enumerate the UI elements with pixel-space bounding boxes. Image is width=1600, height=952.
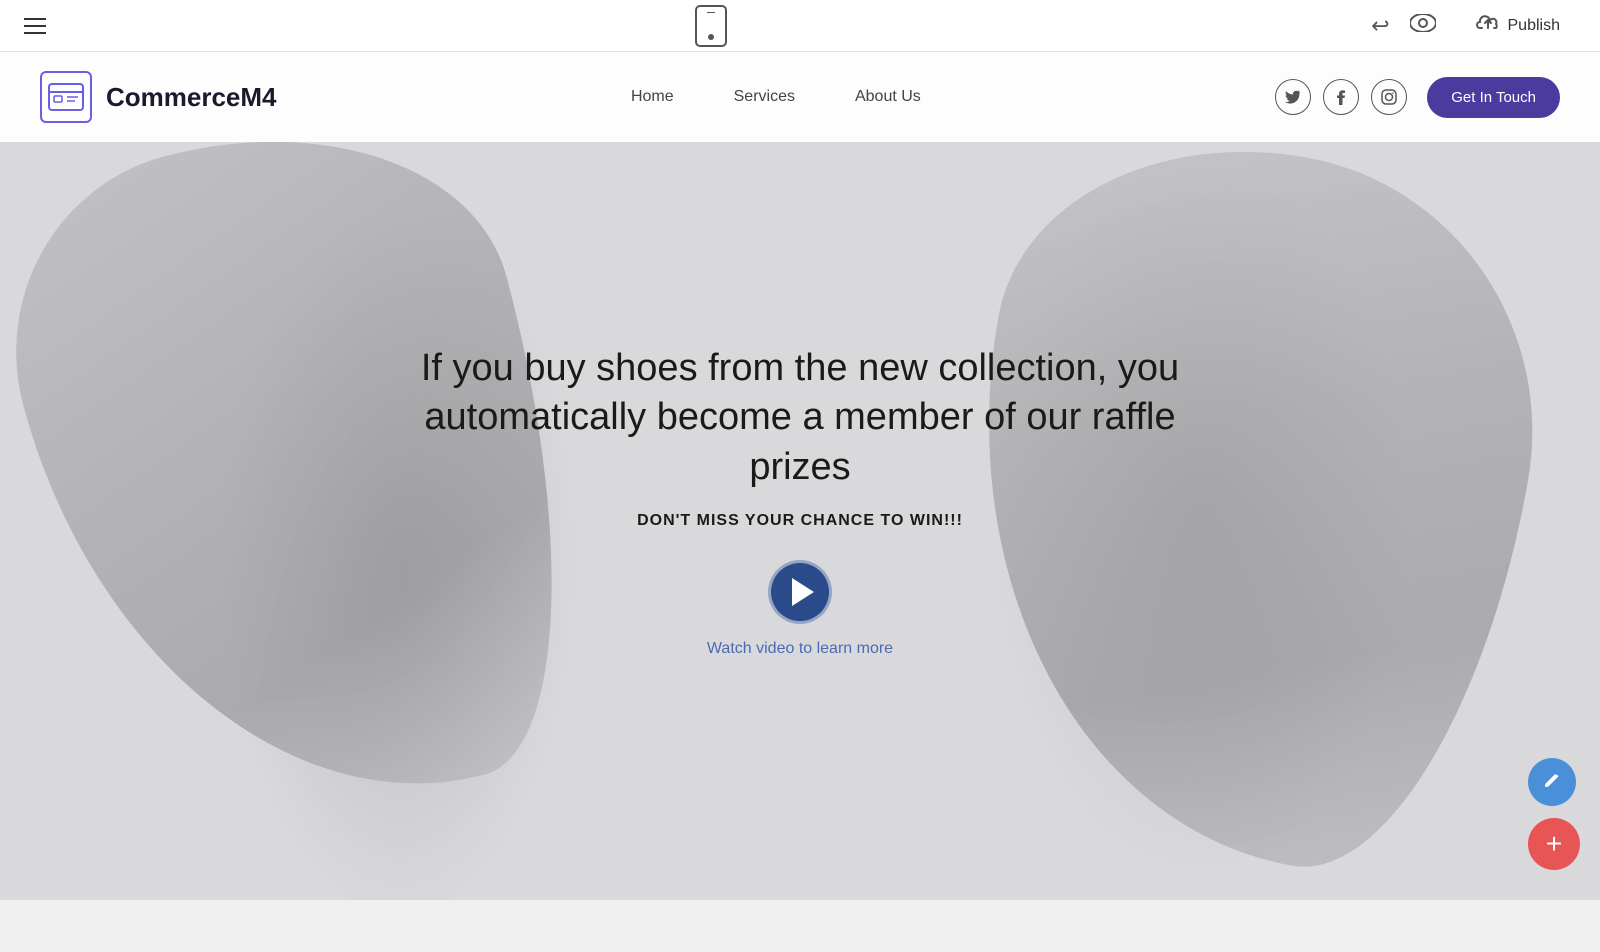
watch-video-link[interactable]: Watch video to learn more [707, 640, 893, 657]
hero-content: If you buy shoes from the new collection… [410, 344, 1190, 658]
toolbar-left [20, 14, 50, 38]
logo-area: CommerceM4 [40, 71, 277, 123]
nav-services[interactable]: Services [734, 88, 795, 106]
fab-edit-button[interactable] [1528, 758, 1576, 806]
website-container: If you buy shoes from the new collection… [0, 52, 1600, 900]
facebook-icon[interactable] [1323, 79, 1359, 115]
mobile-preview-icon[interactable] [695, 5, 727, 47]
hero-section: If you buy shoes from the new collection… [0, 52, 1600, 900]
toolbar-center [695, 5, 727, 47]
nav-home[interactable]: Home [631, 88, 674, 106]
hero-subheadline: DON'T MISS YOUR CHANCE TO WIN!!! [410, 512, 1190, 530]
publish-button[interactable]: Publish [1456, 6, 1580, 45]
twitter-icon[interactable] [1275, 79, 1311, 115]
hamburger-menu-icon[interactable] [20, 14, 50, 38]
undo-icon[interactable]: ↩ [1371, 13, 1389, 39]
instagram-icon[interactable] [1371, 79, 1407, 115]
nav-right: Get In Touch [1275, 77, 1560, 118]
nav-about-us[interactable]: About Us [855, 88, 921, 106]
toolbar-right: ↩ Publish [1371, 6, 1580, 45]
fab-container: + [1528, 758, 1580, 870]
get-in-touch-button[interactable]: Get In Touch [1427, 77, 1560, 118]
play-triangle-icon [792, 578, 814, 606]
toolbar: ↩ Publish [0, 0, 1600, 52]
nav-links: Home Services About Us [631, 88, 921, 106]
preview-eye-icon[interactable] [1410, 14, 1436, 38]
logo-icon [40, 71, 92, 123]
logo-text: CommerceM4 [106, 82, 277, 113]
site-header: CommerceM4 Home Services About Us [0, 52, 1600, 142]
fab-add-button[interactable]: + [1528, 818, 1580, 870]
publish-label: Publish [1508, 17, 1560, 35]
hero-headline: If you buy shoes from the new collection… [410, 344, 1190, 492]
cloud-upload-icon [1476, 14, 1500, 37]
play-button[interactable] [768, 560, 832, 624]
